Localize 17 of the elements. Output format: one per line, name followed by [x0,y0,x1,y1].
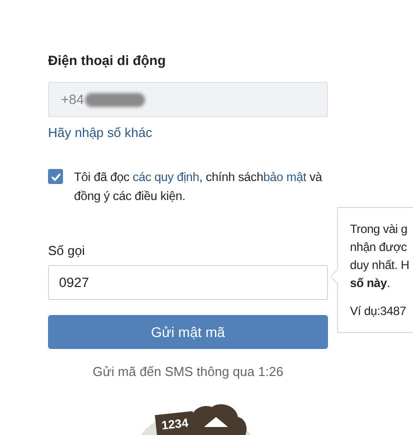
field-label: Số gọi [48,243,86,258]
consent-checkbox[interactable] [48,169,63,184]
hint-text: Trong vài g [350,221,408,238]
code-field[interactable]: 0927 [48,265,328,300]
change-number-link[interactable]: Hãy nhập số khác [48,125,152,140]
card-number: 1234 [160,416,189,432]
hint-text: duy nhất. H [350,257,410,274]
consent-text: Tôi đã đọc các quy định, chính sáchbảo mật và đồng ý các điều kiện. [74,169,324,205]
example-text: Ví dụ:3487 [350,303,406,320]
terms-link[interactable]: các quy định [132,170,200,184]
field-label: Điện thoại di động [48,53,167,68]
hint-text: nhận được [350,239,407,256]
hint-text: số này. [350,275,390,292]
check-icon [50,172,60,180]
sms-timer-text: Gửi mã đến SMS thông qua 1:26 [92,364,284,379]
terms-link[interactable]: bảo mật [263,170,306,184]
send-code-button[interactable]: Gửi mật mã [48,315,328,349]
